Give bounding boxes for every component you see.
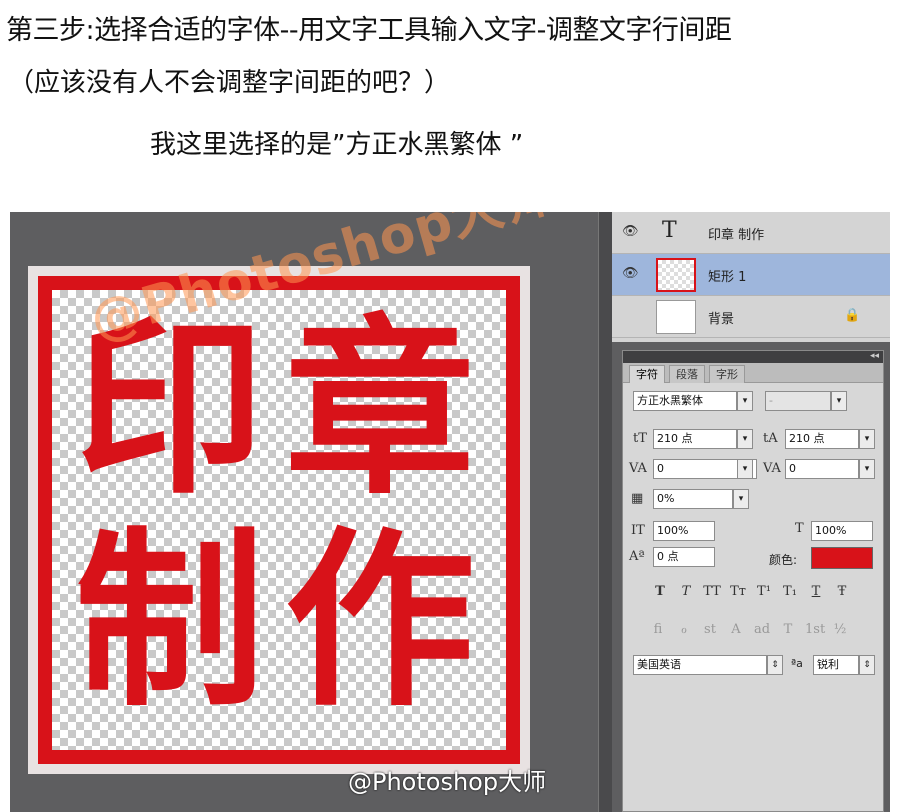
- layer-row-background[interactable]: 背景 🔒: [612, 296, 890, 338]
- text-layer-icon: T: [662, 218, 677, 243]
- seal-char-3: 制: [74, 511, 265, 732]
- font-family-select[interactable]: 方正水黑繁体: [633, 391, 737, 411]
- small-caps-button[interactable]: Tт: [729, 583, 747, 601]
- tracking-icon: VA: [763, 461, 781, 476]
- chevron-down-icon[interactable]: ▾: [859, 429, 875, 449]
- tab-character[interactable]: 字符: [629, 365, 665, 383]
- ordinals-button[interactable]: T: [779, 621, 797, 639]
- underline-button[interactable]: T: [807, 583, 825, 601]
- all-caps-button[interactable]: TT: [703, 583, 721, 601]
- caption-line-3: 我这里选择的是”方正水黑繁体 ”: [150, 130, 524, 160]
- tsume-field[interactable]: 0%: [653, 489, 733, 509]
- vertical-scale-icon: IT: [631, 523, 645, 538]
- ligature-button[interactable]: fi: [649, 621, 667, 639]
- fractions-button[interactable]: ½: [831, 621, 849, 639]
- swash-button[interactable]: st: [701, 621, 719, 639]
- subscript-button[interactable]: T₁: [781, 583, 799, 601]
- layer-row-rectangle[interactable]: 👁 矩形 1: [612, 254, 890, 296]
- font-style-select[interactable]: -: [765, 391, 831, 411]
- stylistic-alternates-button[interactable]: A: [727, 621, 745, 639]
- visibility-eye-icon[interactable]: 👁: [622, 224, 639, 239]
- seal-char-4: 作: [284, 511, 475, 732]
- chevron-down-icon[interactable]: ▾: [733, 489, 749, 509]
- antialias-select[interactable]: 锐利: [813, 655, 859, 675]
- baseline-shift-field[interactable]: 0 点: [653, 547, 715, 567]
- faux-bold-button[interactable]: T: [651, 583, 669, 601]
- watermark-bottom: @Photoshop大师: [348, 768, 547, 796]
- panel-tabs: 字符 段落 字形: [623, 363, 883, 383]
- layer-name: 矩形 1: [708, 270, 747, 285]
- tsume-icon: ▦: [631, 491, 644, 506]
- layer-name: 印章 制作: [708, 228, 765, 243]
- font-size-icon: tT: [633, 431, 647, 446]
- color-swatch[interactable]: [811, 547, 873, 569]
- horizontal-scale-field[interactable]: 100%: [811, 521, 873, 541]
- tab-paragraph[interactable]: 段落: [669, 365, 705, 383]
- chevron-down-icon[interactable]: ⇕: [767, 655, 783, 675]
- vertical-scale-field[interactable]: 100%: [653, 521, 715, 541]
- layer-thumbnail: [656, 300, 696, 334]
- leading-icon: tA: [763, 431, 778, 446]
- discretionary-ligature-button[interactable]: ℴ: [675, 621, 693, 639]
- horizontal-scale-icon: T: [795, 521, 804, 536]
- tracking-field[interactable]: 0: [785, 459, 859, 479]
- kerning-icon: VA: [629, 461, 647, 476]
- caption-line-1: 第三步:选择合适的字体--用文字工具输入文字-调整文字行间距: [6, 15, 732, 46]
- seal-char-2: 章: [284, 299, 475, 520]
- chevron-down-icon[interactable]: ▾: [859, 459, 875, 479]
- chevron-down-icon[interactable]: ⇕: [859, 655, 875, 675]
- panel-divider[interactable]: [598, 212, 612, 812]
- faux-italic-button[interactable]: T: [677, 583, 695, 601]
- color-label: 颜色:: [769, 553, 798, 567]
- collapse-icon[interactable]: ◂◂: [870, 351, 879, 361]
- chevron-down-icon[interactable]: ▾: [737, 459, 753, 479]
- font-size-field[interactable]: 210 点: [653, 429, 737, 449]
- caption-line-2: （应该没有人不会调整字间距的吧？）: [8, 68, 451, 98]
- photoshop-screenshot: 印 章 制 作 @Photoshop大师 @Photoshop大师 👁 T 印章…: [10, 212, 890, 812]
- baseline-shift-icon: Aª: [629, 549, 645, 564]
- panel-titlebar[interactable]: ◂◂: [623, 351, 883, 363]
- layer-thumbnail: [656, 258, 696, 292]
- chevron-down-icon[interactable]: ▾: [737, 391, 753, 411]
- character-panel: ◂◂ 字符 段落 字形 方正水黑繁体 ▾ - ▾ tT 210 点 ▾ tA 2…: [622, 350, 884, 812]
- leading-field[interactable]: 210 点: [785, 429, 859, 449]
- tab-glyphs[interactable]: 字形: [709, 365, 745, 383]
- language-select[interactable]: 美国英语: [633, 655, 767, 675]
- layers-panel: 👁 T 印章 制作 👁 矩形 1 背景 🔒: [612, 212, 890, 342]
- visibility-eye-icon[interactable]: 👁: [622, 266, 639, 281]
- strikethrough-button[interactable]: Ŧ: [833, 583, 851, 601]
- chevron-down-icon[interactable]: ▾: [831, 391, 847, 411]
- titling-alternates-button[interactable]: ad: [753, 621, 771, 639]
- lock-icon: 🔒: [844, 308, 861, 323]
- ordinals-button-2[interactable]: 1st: [805, 621, 825, 639]
- antialias-icon: ªa: [791, 657, 803, 670]
- chevron-down-icon[interactable]: ▾: [737, 429, 753, 449]
- layer-name: 背景: [708, 312, 735, 327]
- layer-row-text[interactable]: 👁 T 印章 制作: [612, 212, 890, 254]
- superscript-button[interactable]: T¹: [755, 583, 773, 601]
